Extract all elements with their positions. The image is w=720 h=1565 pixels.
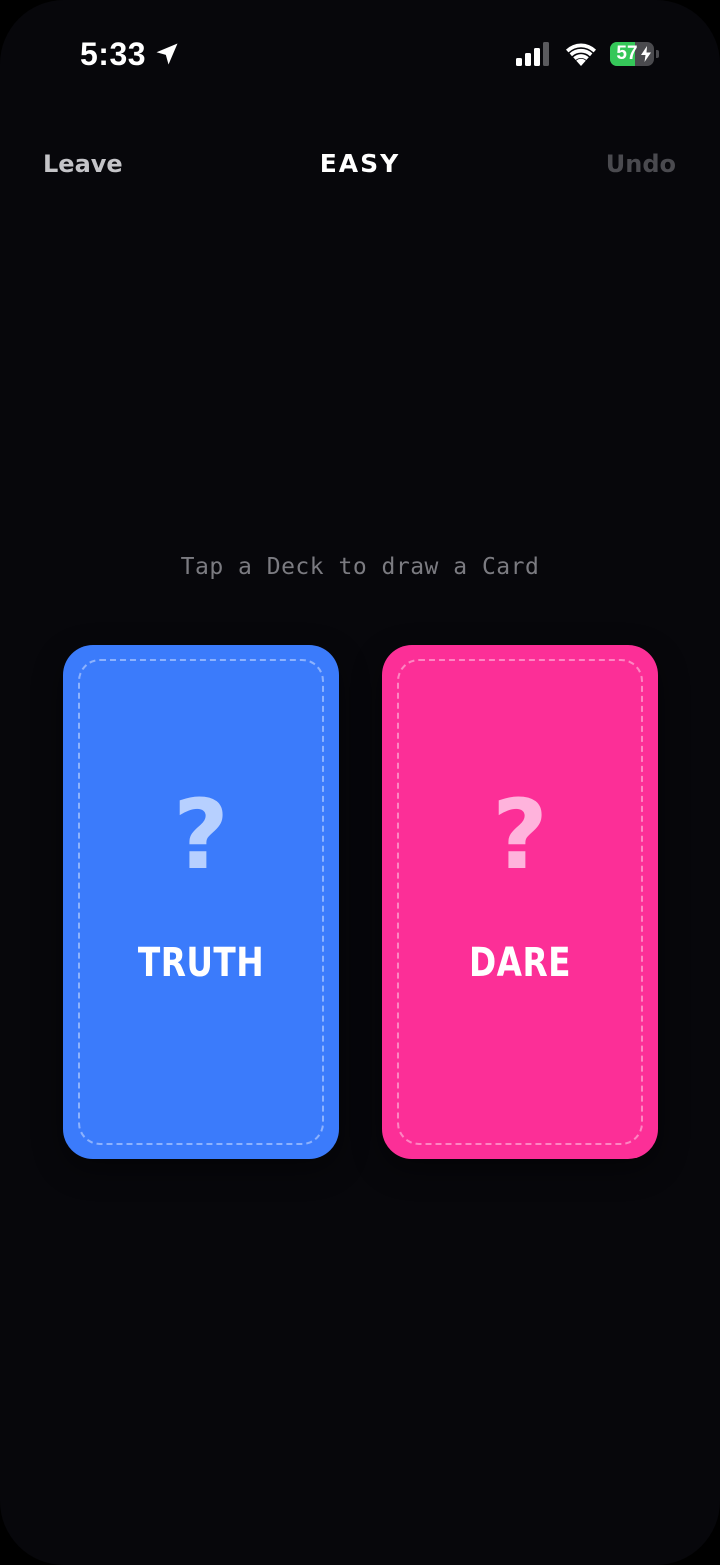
- undo-button[interactable]: Undo: [606, 146, 676, 182]
- battery-cap: [656, 50, 659, 58]
- dare-deck-label: DARE: [469, 940, 571, 986]
- battery-body: 57: [610, 42, 654, 66]
- leave-button[interactable]: Leave: [43, 146, 123, 182]
- page-title: EASY: [319, 149, 401, 178]
- app-screen: 5:33 57 Leave EASY Undo Tap a Deck to dr…: [0, 0, 720, 1565]
- dare-deck[interactable]: ? DARE: [382, 645, 658, 1159]
- truth-deck-dashed-border: [78, 659, 324, 1145]
- battery-level: 57: [616, 43, 638, 64]
- truth-deck-label: TRUTH: [137, 940, 265, 986]
- location-arrow-icon: [156, 43, 178, 65]
- cellular-signal-icon: [516, 42, 549, 66]
- draw-card-hint: Tap a Deck to draw a Card: [180, 554, 540, 580]
- status-time: 5:33: [80, 36, 147, 72]
- charging-bolt-icon: [641, 46, 651, 62]
- wifi-icon: [566, 43, 596, 66]
- truth-question-mark-icon: ?: [173, 779, 229, 891]
- battery-indicator: 57: [610, 42, 660, 66]
- dare-question-mark-icon: ?: [492, 779, 548, 891]
- truth-deck[interactable]: ? TRUTH: [63, 645, 339, 1159]
- dare-deck-dashed-border: [397, 659, 643, 1145]
